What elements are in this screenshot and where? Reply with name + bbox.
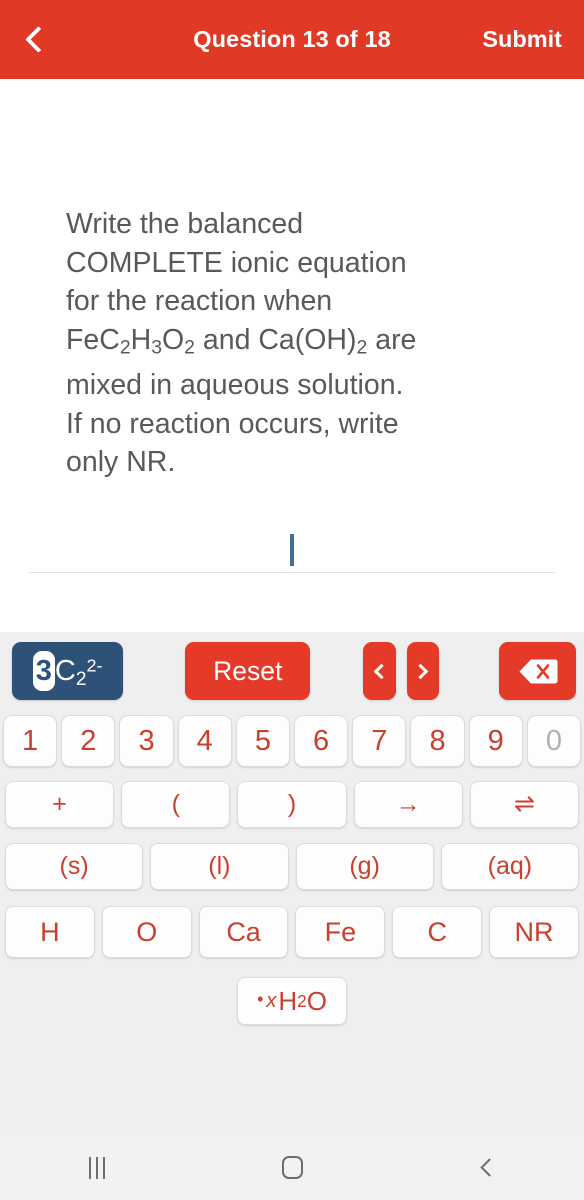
hydrate-variable: x	[266, 989, 277, 1012]
key-digit-5[interactable]: 5	[235, 715, 291, 767]
reset-button[interactable]: Reset	[185, 642, 311, 700]
cursor-right-button[interactable]	[406, 642, 440, 700]
key-digit-8[interactable]: 8	[410, 715, 465, 767]
token-charge: 2-	[86, 655, 103, 676]
navbar-home-button[interactable]	[195, 1135, 390, 1200]
question-line-1: Write the balanced	[66, 208, 304, 240]
navbar-recents-button[interactable]	[0, 1135, 195, 1200]
back-icon	[479, 1158, 499, 1177]
formula-subscript: 2	[119, 335, 131, 358]
android-navbar	[0, 1135, 584, 1200]
key-digit-7[interactable]: 7	[352, 715, 407, 767]
keyboard-element-row: H O Ca Fe C NR	[0, 896, 584, 968]
answer-divider	[28, 572, 556, 573]
question-line-7: only NR.	[66, 446, 176, 479]
key-no-reaction[interactable]: NR	[489, 906, 579, 958]
key-state-aqueous[interactable]: (aq)	[440, 842, 579, 890]
app-root: Question 13 of 18 Submit Write the balan…	[0, 0, 584, 1200]
key-arrow-right[interactable]: →	[353, 780, 463, 828]
key-digit-3[interactable]: 3	[119, 715, 174, 767]
key-digit-2[interactable]: 2	[61, 715, 116, 767]
current-token-display[interactable]: 3 C22-	[12, 642, 124, 700]
formula-part: O	[162, 323, 185, 356]
hydrate-subscript: 2	[297, 990, 307, 1011]
keyboard-operator-row: + ( ) → ⇌	[0, 772, 584, 836]
app-header: Question 13 of 18 Submit	[0, 0, 584, 79]
submit-button[interactable]: Submit	[482, 26, 562, 53]
key-digit-9[interactable]: 9	[468, 715, 523, 767]
key-plus[interactable]: +	[5, 780, 115, 828]
text-caret	[290, 534, 294, 566]
hydrate-formula: H	[278, 985, 298, 1016]
key-element-c[interactable]: C	[392, 906, 483, 958]
key-state-liquid[interactable]: (l)	[150, 842, 289, 890]
key-digit-6[interactable]: 6	[294, 715, 349, 767]
hydrate-formula-end: O	[306, 985, 327, 1016]
formula-part: are	[367, 323, 417, 356]
token-formula: C22-	[55, 655, 103, 691]
cursor-left-button[interactable]	[363, 642, 396, 700]
question-line-5: mixed in aqueous solution.	[66, 369, 404, 402]
backspace-icon	[519, 659, 558, 683]
keyboard-digit-row: 1 2 3 4 5 6 7 8 9 0	[0, 710, 584, 772]
chevron-left-icon	[373, 663, 390, 679]
hydrate-dot: •	[257, 988, 264, 1009]
key-paren-close[interactable]: )	[237, 780, 347, 828]
backspace-button[interactable]	[499, 642, 576, 700]
keyboard-tools-row: 3 C22- Reset	[0, 632, 584, 710]
formula-part: and Ca(OH)	[194, 323, 357, 356]
formula-subscript: 2	[184, 335, 195, 358]
navbar-back-button[interactable]	[389, 1135, 584, 1200]
chevron-right-icon	[413, 663, 429, 679]
question-line-4: FeC2H3O2 and Ca(OH)2 are	[66, 323, 417, 358]
token-coefficient: 3	[32, 651, 55, 691]
key-element-h[interactable]: H	[5, 906, 95, 958]
token-element: C	[54, 655, 76, 687]
key-equilibrium-arrow[interactable]: ⇌	[469, 780, 580, 828]
question-prompt: Write the balanced COMPLETE ionic equati…	[66, 205, 516, 482]
formula-subscript: 2	[356, 335, 368, 358]
key-digit-0: 0	[526, 715, 582, 767]
key-state-gas[interactable]: (g)	[295, 842, 434, 890]
home-icon	[281, 1156, 303, 1179]
key-element-o[interactable]: O	[101, 906, 192, 958]
key-paren-open[interactable]: (	[121, 780, 231, 828]
question-line-3: for the reaction when	[66, 285, 333, 317]
key-hydrate-water[interactable]: • x H 2 O	[237, 977, 347, 1025]
formula-part: FeC	[66, 323, 120, 356]
question-line-2: COMPLETE ionic equation	[66, 246, 407, 279]
token-inner: 3 C22-	[32, 651, 103, 691]
token-subscript: 2	[75, 668, 87, 690]
formula-subscript: 3	[151, 335, 162, 358]
key-element-fe[interactable]: Fe	[295, 906, 386, 958]
keyboard-hydrate-row: • x H 2 O	[0, 968, 584, 1034]
formula-part: H	[130, 323, 152, 356]
question-line-6: If no reaction occurs, write	[66, 407, 399, 440]
chemistry-keyboard: 3 C22- Reset 1 2 3 4 5 6 7 8 9 0 + () →…	[0, 632, 584, 1135]
key-state-solid[interactable]: (s)	[5, 842, 144, 890]
recents-icon	[89, 1156, 106, 1179]
question-body: Write the balanced COMPLETE ionic equati…	[0, 79, 584, 632]
keyboard-state-row: (s) (l) (g) (aq)	[0, 836, 584, 896]
key-digit-4[interactable]: 4	[177, 715, 232, 767]
key-digit-1[interactable]: 1	[3, 715, 58, 767]
key-element-ca[interactable]: Ca	[198, 906, 289, 958]
